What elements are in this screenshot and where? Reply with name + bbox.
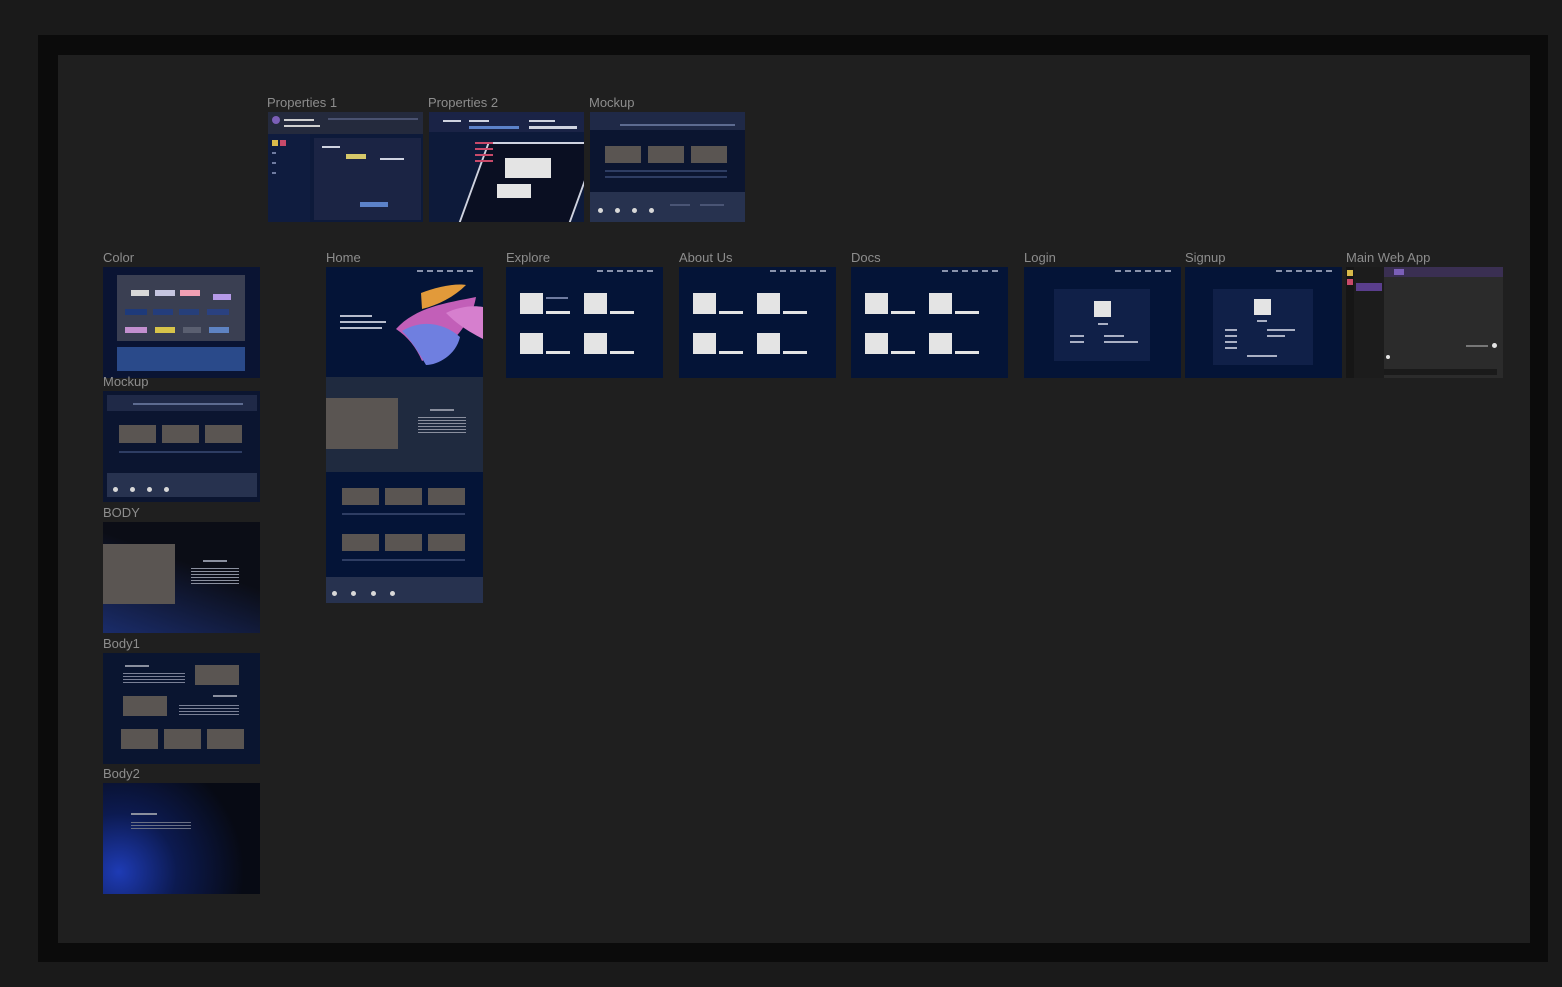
frame-explore[interactable] [506, 267, 663, 378]
frame-main-web-app[interactable] [1346, 267, 1503, 378]
frame-label-home[interactable]: Home [326, 250, 361, 265]
frame-body1[interactable] [103, 653, 260, 764]
frame-label-signup[interactable]: Signup [1185, 250, 1225, 265]
frame-color[interactable] [103, 267, 260, 378]
frame-label-about-us[interactable]: About Us [679, 250, 732, 265]
frame-docs[interactable] [851, 267, 1008, 378]
frame-body2[interactable] [103, 783, 260, 894]
frame-mockup-left[interactable] [103, 391, 260, 502]
frame-label-color[interactable]: Color [103, 250, 134, 265]
frame-login[interactable] [1024, 267, 1181, 378]
frame-properties-1[interactable] [268, 112, 423, 222]
frame-signup[interactable] [1185, 267, 1342, 378]
frame-label-mockup-left[interactable]: Mockup [103, 374, 149, 389]
frame-label-body[interactable]: BODY [103, 505, 140, 520]
frame-label-mockup-top[interactable]: Mockup [589, 95, 635, 110]
frame-label-body1[interactable]: Body1 [103, 636, 140, 651]
frame-about-us[interactable] [679, 267, 836, 378]
frame-mockup-top[interactable] [590, 112, 745, 222]
frame-label-explore[interactable]: Explore [506, 250, 550, 265]
frame-label-body2[interactable]: Body2 [103, 766, 140, 781]
frame-label-login[interactable]: Login [1024, 250, 1056, 265]
frame-body[interactable] [103, 522, 260, 633]
frame-label-properties-2[interactable]: Properties 2 [428, 95, 498, 110]
frame-label-main-web-app[interactable]: Main Web App [1346, 250, 1430, 265]
frame-properties-2[interactable] [429, 112, 584, 222]
frame-home[interactable] [326, 267, 483, 603]
frame-label-docs[interactable]: Docs [851, 250, 881, 265]
frame-label-properties-1[interactable]: Properties 1 [267, 95, 337, 110]
